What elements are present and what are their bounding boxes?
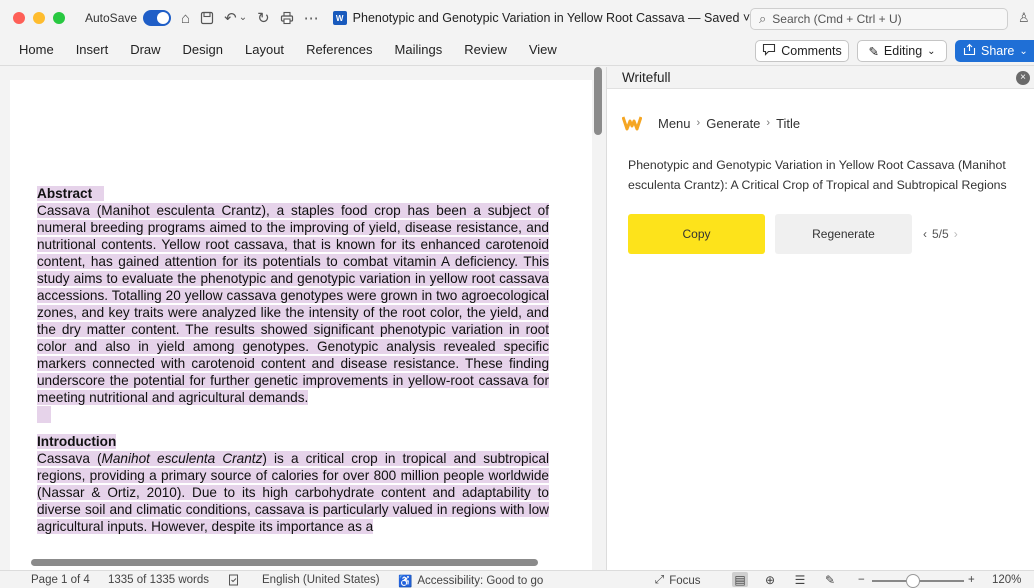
- chevron-down-icon[interactable]: ⌄: [239, 13, 247, 23]
- focus-button[interactable]: ⤢ Focus: [655, 574, 701, 587]
- document-content[interactable]: Abstract Cassava (Manihot esculenta Cran…: [37, 185, 549, 535]
- generated-title-text: Phenotypic and Genotypic Variation in Ye…: [628, 158, 1007, 192]
- zoom-window-button[interactable]: [53, 12, 65, 24]
- comments-button[interactable]: Comments: [755, 40, 849, 62]
- ribbon-tabs: Home Insert Draw Design Layout Reference…: [8, 42, 568, 57]
- search-placeholder: Search (Cmd + Ctrl + U): [772, 12, 902, 26]
- editing-label: Editing: [883, 44, 923, 58]
- close-icon[interactable]: ×: [1016, 71, 1030, 85]
- focus-label: Focus: [669, 574, 701, 587]
- vertical-scrollbar[interactable]: [594, 67, 602, 135]
- minimize-window-button[interactable]: [33, 12, 45, 24]
- tab-review[interactable]: Review: [453, 42, 518, 57]
- copy-button[interactable]: Copy: [628, 214, 765, 254]
- breadcrumb-separator-icon: ›: [696, 117, 701, 129]
- tab-view[interactable]: View: [518, 42, 568, 57]
- writefull-title: Writefull: [622, 70, 671, 85]
- redo-icon[interactable]: ↻: [257, 11, 270, 26]
- breadcrumb-menu[interactable]: Menu: [658, 116, 691, 131]
- page-count[interactable]: Page 1 of 4: [31, 574, 90, 586]
- document-title[interactable]: Phenotypic and Genotypic Variation in Ye…: [353, 11, 751, 25]
- writefull-header: Writefull ×: [607, 67, 1034, 89]
- close-window-button[interactable]: [13, 12, 25, 24]
- zoom-out-icon[interactable]: −: [858, 574, 865, 586]
- proofing-icon[interactable]: [228, 574, 240, 586]
- intro-italic: Manihot esculenta Crantz: [101, 451, 263, 466]
- previous-icon[interactable]: ‹: [923, 227, 927, 241]
- ribbon: Home Insert Draw Design Layout Reference…: [0, 36, 1034, 66]
- zoom-slider-thumb[interactable]: [906, 574, 921, 588]
- tab-layout[interactable]: Layout: [234, 42, 295, 57]
- writefull-logo-icon: [622, 116, 642, 131]
- chevron-down-icon: ⌄: [1019, 45, 1028, 57]
- account-icon[interactable]: ♙: [1018, 10, 1030, 26]
- autosave-label: AutoSave: [85, 11, 138, 25]
- undo-icon[interactable]: ↶: [224, 11, 237, 26]
- accessibility-status[interactable]: ♿ Accessibility: Good to go: [398, 574, 543, 588]
- web-layout-icon[interactable]: ⊕: [762, 572, 778, 587]
- regenerate-button[interactable]: Regenerate: [775, 214, 912, 254]
- tab-home[interactable]: Home: [8, 42, 65, 57]
- writefull-panel: Writefull × Menu › Generate › Title Phen…: [606, 67, 1034, 570]
- share-button[interactable]: Share ⌄: [955, 40, 1034, 62]
- outline-view-icon[interactable]: ☰: [792, 572, 808, 587]
- tab-draw[interactable]: Draw: [119, 42, 171, 57]
- print-layout-icon[interactable]: ▤: [732, 572, 748, 587]
- breadcrumb-separator-icon: ›: [766, 117, 771, 129]
- pager-text: 5/5: [932, 227, 949, 241]
- chevron-down-icon: ⌄: [927, 45, 936, 57]
- status-bar: Page 1 of 4 1335 of 1335 words English (…: [0, 570, 1034, 588]
- breadcrumb-title: Title: [776, 115, 801, 131]
- search-icon: ⌕: [759, 11, 767, 26]
- search-input[interactable]: ⌕ Search (Cmd + Ctrl + U): [750, 8, 1008, 30]
- introduction-paragraph: Cassava (Manihot esculenta Crantz) is a …: [37, 450, 549, 535]
- word-doc-icon: W: [332, 11, 347, 25]
- share-label: Share: [981, 44, 1015, 58]
- editing-button[interactable]: ✎ Editing ⌄: [857, 40, 947, 62]
- tab-mailings[interactable]: Mailings: [384, 42, 454, 57]
- autosave-toggle[interactable]: [143, 10, 172, 26]
- breadcrumb-generate[interactable]: Generate: [706, 116, 760, 131]
- comments-label: Comments: [781, 44, 842, 58]
- writefull-breadcrumb: Menu › Generate › Title: [622, 114, 800, 132]
- intro-lead: Cassava (: [37, 451, 102, 466]
- document-canvas: Abstract Cassava (Manihot esculenta Cran…: [0, 67, 605, 570]
- tab-design[interactable]: Design: [172, 42, 234, 57]
- comment-icon: [762, 43, 776, 59]
- save-icon[interactable]: [200, 11, 214, 25]
- accessibility-label: Accessibility: Good to go: [417, 575, 544, 587]
- share-icon: [963, 43, 976, 59]
- horizontal-scrollbar[interactable]: [31, 559, 538, 566]
- result-pager: ‹ 5/5 ›: [923, 227, 958, 241]
- zoom-in-icon[interactable]: +: [968, 574, 975, 586]
- language-status[interactable]: English (United States): [262, 574, 380, 586]
- tab-references[interactable]: References: [295, 42, 383, 57]
- focus-icon: ⤢: [655, 574, 665, 586]
- heading-highlight-pad: [92, 186, 104, 201]
- abstract-paragraph: Cassava (Manihot esculenta Crantz), a st…: [37, 202, 549, 406]
- draft-view-icon[interactable]: ✎: [822, 572, 838, 587]
- tab-insert[interactable]: Insert: [65, 42, 120, 57]
- introduction-heading: Introduction: [37, 434, 117, 449]
- accessibility-icon: ♿: [398, 576, 413, 588]
- pencil-icon: ✎: [868, 44, 879, 59]
- more-icon[interactable]: ⋯: [304, 11, 319, 26]
- next-icon[interactable]: ›: [954, 227, 958, 241]
- print-icon[interactable]: [280, 11, 294, 25]
- word-count[interactable]: 1335 of 1335 words: [108, 574, 209, 586]
- blank-line: [37, 406, 51, 423]
- window-controls: [13, 12, 65, 24]
- abstract-heading: Abstract: [37, 186, 93, 201]
- home-icon[interactable]: ⌂: [181, 11, 190, 26]
- abstract-text: Cassava (Manihot esculenta Crantz), a st…: [37, 203, 549, 405]
- zoom-level[interactable]: 120%: [992, 574, 1021, 586]
